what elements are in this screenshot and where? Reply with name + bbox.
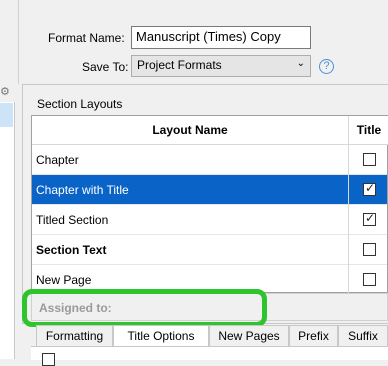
tab-title-options[interactable]: Title Options <box>113 325 209 347</box>
left-panel-header <box>0 0 19 84</box>
section-layouts-table[interactable]: Layout Name Title Chapter Chapter with Ti… <box>31 115 388 295</box>
title-cell <box>348 205 349 235</box>
title-checkbox[interactable] <box>363 181 376 196</box>
format-list-panel[interactable] <box>0 102 15 359</box>
tab-content-panel <box>31 346 388 360</box>
tab-suffix[interactable]: Suffix <box>338 325 388 347</box>
format-name-label: Format Name: <box>48 31 125 45</box>
left-panel-selection <box>0 103 13 127</box>
column-header-layout-name[interactable]: Layout Name <box>32 116 349 145</box>
title-checkbox[interactable] <box>363 243 376 256</box>
chevron-down-icon: ⌄ <box>296 58 305 69</box>
gear-icon[interactable]: ⚙ <box>0 86 12 98</box>
column-header-title[interactable]: Title <box>349 116 388 145</box>
title-cell <box>348 175 349 205</box>
tab-formatting[interactable]: Formatting <box>36 325 113 347</box>
help-icon[interactable]: ? <box>319 59 334 74</box>
tab-prefix[interactable]: Prefix <box>289 325 338 347</box>
title-checkbox[interactable] <box>363 153 376 166</box>
table-row[interactable]: Chapter <box>32 145 387 175</box>
table-row[interactable]: Section Text <box>32 235 387 265</box>
section-layouts-title: Section Layouts <box>37 97 123 111</box>
save-to-value: Project Formats <box>137 58 222 72</box>
table-row[interactable]: Titled Section <box>32 205 387 235</box>
title-cell <box>348 145 349 175</box>
layout-name: Titled Section <box>36 213 109 227</box>
layout-name: New Page <box>36 273 92 287</box>
title-checkbox[interactable] <box>363 211 376 226</box>
tab-new-pages[interactable]: New Pages <box>209 325 289 347</box>
format-name-field[interactable]: Manuscript (Times) Copy <box>131 26 311 49</box>
assigned-to-highlight <box>22 289 267 327</box>
title-cell <box>348 235 349 265</box>
title-checkbox[interactable] <box>363 273 376 286</box>
save-to-dropdown[interactable]: Project Formats ⌄ <box>131 55 311 77</box>
save-to-label: Save To: <box>82 60 129 74</box>
layout-name: Chapter with Title <box>36 183 129 197</box>
layout-name: Section Text <box>36 243 107 257</box>
layout-name: Chapter <box>36 153 79 167</box>
table-row[interactable]: Chapter with Title <box>32 175 387 205</box>
tab-content-checkbox[interactable] <box>42 353 55 366</box>
title-cell <box>348 265 349 295</box>
